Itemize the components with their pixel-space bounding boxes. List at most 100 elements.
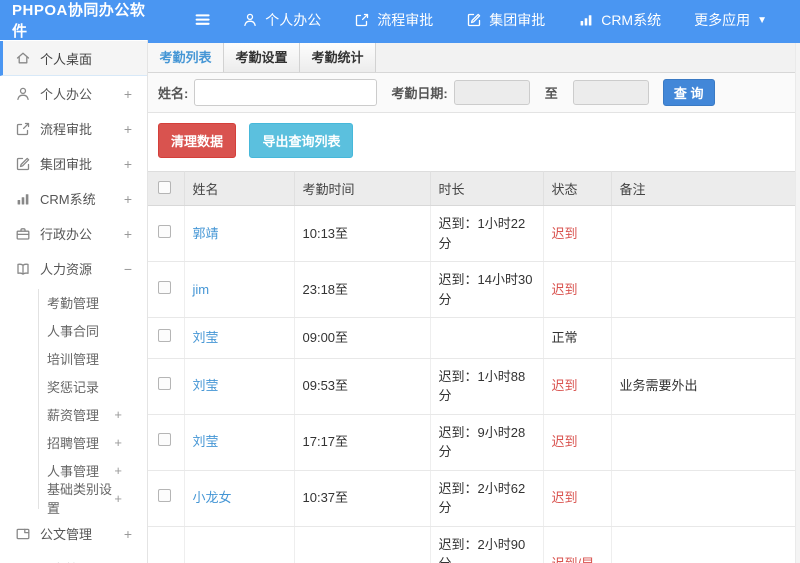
employee-name-link[interactable]: 刘莹 [193, 330, 219, 345]
to-label: 至 [544, 86, 558, 101]
toolbar: 清理数据 导出查询列表 [148, 113, 800, 171]
sidebar-item-label: 个人办公 [40, 87, 93, 102]
sidebar-subitem-salary-management[interactable]: 薪资管理 + [0, 400, 147, 428]
status-cell: 正常 [543, 317, 612, 359]
tab-attendance-settings[interactable]: 考勤设置 [224, 43, 300, 72]
row-select-cell [148, 261, 185, 318]
sidebar-item-label: 集团审批 [40, 157, 93, 172]
note-cell [611, 205, 800, 262]
select-all-checkbox[interactable] [158, 180, 171, 194]
column-header: 备注 [611, 171, 800, 206]
duration-cell: 迟到：1小时22分 [430, 205, 544, 262]
row-checkbox[interactable] [158, 433, 171, 447]
expander-icon: + [114, 462, 122, 478]
table-header-row: 姓名 考勤时间 时长 状态 备注 [148, 171, 800, 206]
user-icon [15, 86, 31, 102]
nav-item-crm-system[interactable]: CRM系统 [578, 10, 661, 30]
sidebar-subitem-training-management[interactable]: 培训管理 [0, 344, 147, 372]
row-select-cell [148, 414, 185, 471]
main-area: 个人桌面 个人办公 + 流程审批 + 集团审批 + CRM系统 + 行政办公 + 人力资源 − 考勤管理人… [0, 40, 800, 563]
nav-item-more-apps[interactable]: 更多应用 ▼ [694, 10, 767, 30]
row-checkbox[interactable] [158, 329, 171, 342]
table-row: 刘莹 09:00至 正常 [148, 317, 800, 359]
table-row: 刘莹 09:53至 迟到：1小时88分 迟到 业务需要外出 [148, 358, 800, 415]
sidebar-item-personal-desktop[interactable]: 个人桌面 [0, 41, 147, 76]
employee-name-link[interactable]: 刘莹 [193, 378, 219, 393]
clear-data-button[interactable]: 清理数据 [158, 123, 237, 158]
sidebar-item-human-resources[interactable]: 人力资源 − [0, 251, 147, 286]
chevron-down-icon: ▼ [757, 14, 767, 26]
row-checkbox[interactable] [158, 489, 171, 503]
column-header: 考勤时间 [294, 171, 431, 206]
sidebar-item-crm-system[interactable]: CRM系统 + [0, 181, 147, 216]
row-checkbox[interactable] [158, 377, 171, 391]
duration-cell: 迟到：14小时30分 [430, 261, 544, 318]
sidebar-subitem-label: 考勤管理 [47, 295, 100, 311]
sidebar-item-group-approval[interactable]: 集团审批 + [0, 146, 147, 181]
export-list-button[interactable]: 导出查询列表 [249, 123, 354, 158]
date-from-input[interactable] [453, 80, 530, 105]
name-cell: 刘莹 [184, 414, 295, 471]
expander-icon: + [123, 190, 132, 207]
note-cell [611, 261, 800, 318]
top-header: PHPOA协同办公软件 个人办公 流程审批 集团审批 CRM系统 更多应用 ▼ [0, 0, 800, 40]
briefcase-icon [15, 226, 31, 242]
employee-name-link[interactable]: 郭靖 [193, 226, 219, 241]
chart-icon [15, 191, 31, 207]
sidebar-subitem-reward-punishment-records[interactable]: 奖惩记录 [0, 372, 147, 400]
nav-item-label: 流程审批 [377, 12, 434, 28]
sidebar-item-admin-office[interactable]: 行政办公 + [0, 216, 147, 251]
tab-attendance-statistics[interactable]: 考勤统计 [300, 43, 376, 72]
sidebar-subitem-personnel-contract[interactable]: 人事合同 [0, 316, 147, 344]
menu-toggle[interactable] [193, 10, 212, 29]
sidebar-subitem-label: 基础类别设置 [47, 482, 113, 516]
sidebar-item-label: 行政办公 [40, 227, 93, 242]
sidebar-item-personal-office[interactable]: 个人办公 + [0, 76, 147, 111]
employee-name-link[interactable]: 刘莹 [193, 434, 219, 449]
time-cell: 10:54至10:54 [294, 526, 431, 563]
sidebar-subitem-basic-category-settings[interactable]: 基础类别设置 + [0, 482, 147, 516]
row-checkbox[interactable] [158, 224, 171, 238]
edit-icon [15, 156, 31, 172]
name-cell: 刘莹 [184, 317, 295, 359]
name-label: 姓名: [158, 86, 189, 101]
name-cell: 刘莹 [184, 358, 295, 415]
share-icon [354, 12, 370, 28]
sidebar-item-label: CRM系统 [40, 192, 96, 207]
sidebar-item-workflow-approval[interactable]: 流程审批 + [0, 111, 147, 146]
status-cell: 迟到 [543, 205, 612, 262]
date-to-input[interactable] [572, 80, 649, 105]
nav-item-personal-office[interactable]: 个人办公 [242, 10, 321, 30]
sidebar-item-vehicle-management[interactable]: 用车管理+ [0, 551, 147, 563]
expander-icon: − [123, 260, 132, 277]
sidebar-subitem-recruitment-management[interactable]: 招聘管理 + [0, 428, 147, 456]
status-cell: 迟到 [543, 261, 612, 318]
expander-icon: + [114, 490, 122, 506]
scrollbar-track[interactable] [795, 43, 800, 563]
table-row: 管理员10:54至10:54迟到：2小时90分 早退：7小时10分迟到/早退11… [148, 526, 800, 563]
search-button[interactable]: 查 询 [662, 79, 715, 106]
nav-item-workflow-approval[interactable]: 流程审批 [354, 10, 433, 30]
tab-attendance-list[interactable]: 考勤列表 [148, 43, 224, 72]
expander-icon: + [123, 120, 132, 137]
sidebar-submenu: 考勤管理 人事合同 培训管理 奖惩记录 薪资管理 + 招聘管理 + 人事管理 + 基础类别设置 + [0, 286, 147, 516]
sidebar-item-label: 人力资源 [40, 262, 93, 277]
row-checkbox[interactable] [158, 280, 171, 294]
nav-item-group-approval[interactable]: 集团审批 [466, 10, 545, 30]
employee-name-link[interactable]: 小龙女 [193, 490, 232, 505]
sidebar-subitem-label: 薪资管理 [47, 407, 100, 423]
sidebar-subitem-label: 人事合同 [47, 323, 100, 339]
sidebar-item-document-management[interactable]: 公文管理 + [0, 516, 147, 551]
row-select-cell [148, 526, 185, 563]
attendance-table-wrap: 姓名 考勤时间 时长 状态 备注 郭靖 10:13至 迟到：1小时22分 迟到 jim 23:18至… [148, 171, 800, 563]
name-input[interactable] [194, 79, 378, 106]
tab-bar: 考勤列表 考勤设置 考勤统计 [148, 43, 800, 73]
row-select-cell [148, 205, 185, 262]
row-select-cell [148, 358, 185, 415]
note-cell [611, 317, 800, 359]
expander-icon: + [123, 225, 132, 242]
sidebar-subitem-attendance-management[interactable]: 考勤管理 [0, 288, 147, 316]
table-row: 小龙女 10:37至 迟到：2小时62分 迟到 [148, 470, 800, 527]
employee-name-link[interactable]: jim [193, 282, 210, 297]
table-row: 郭靖 10:13至 迟到：1小时22分 迟到 [148, 205, 800, 262]
